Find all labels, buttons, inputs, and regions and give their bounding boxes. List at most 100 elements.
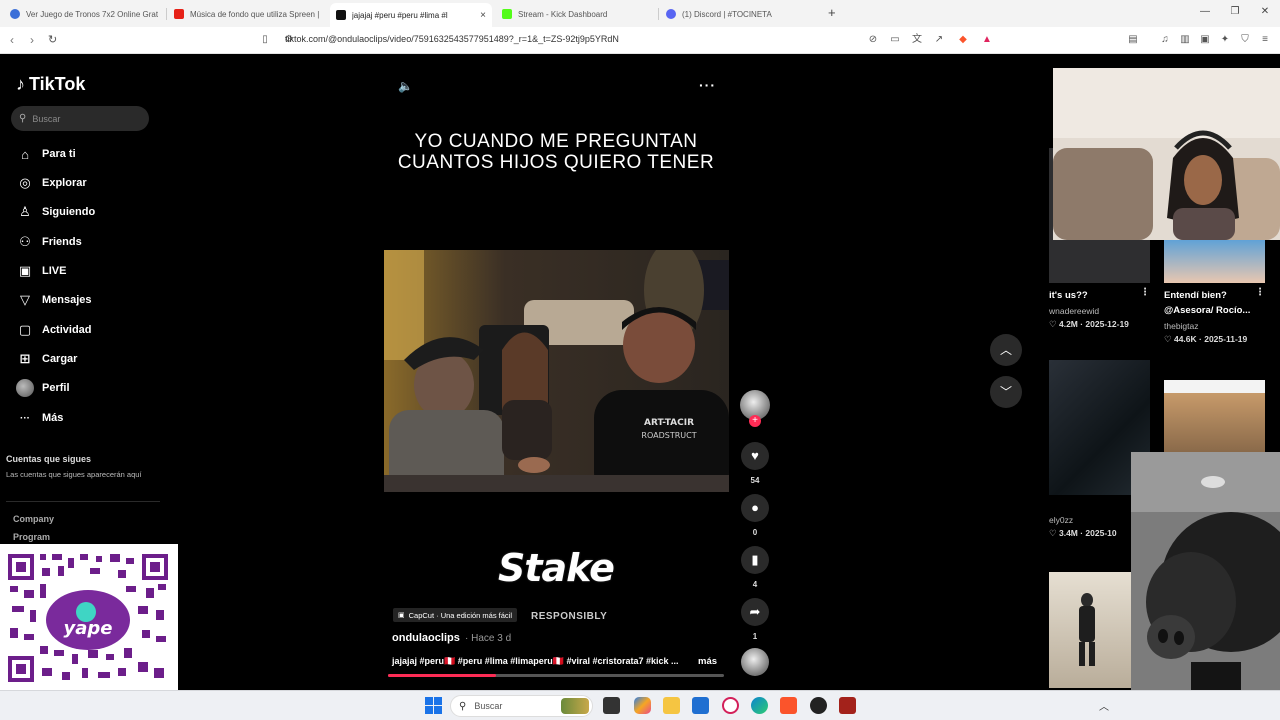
like-count: 54 [750, 476, 760, 485]
tab-label: Stream - Kick Dashboard [518, 9, 608, 19]
video-posted-time: · Hace 3 d [465, 633, 512, 644]
vpn-icon[interactable]: ⛉ [1238, 33, 1252, 47]
save-button[interactable]: ▮ [741, 546, 769, 574]
nav-item-siguiendo[interactable]: ♙ Siguiendo [16, 202, 95, 222]
windows-taskbar: ⚲ ︿ [0, 690, 1280, 720]
tray-chevron-icon[interactable]: ︿ [1099, 698, 1109, 713]
wallet-icon[interactable]: ▣ [1198, 33, 1212, 47]
nav-item-perfil[interactable]: Perfil [16, 378, 70, 398]
share-count: 1 [752, 632, 758, 641]
more-options-icon[interactable]: ··· [699, 77, 716, 93]
close-tab-icon[interactable]: × [474, 10, 492, 21]
related-video-author-2[interactable]: thebigtaz [1164, 321, 1199, 331]
search-input[interactable] [32, 113, 133, 124]
related-video-author-1[interactable]: wnadereewid [1049, 306, 1099, 316]
nav-item-cargar[interactable]: ⊞ Cargar [16, 349, 78, 369]
footer-link-company[interactable]: Company [13, 514, 54, 524]
close-window-button[interactable]: ✕ [1250, 6, 1280, 17]
tab-kick-dashboard[interactable]: Stream - Kick Dashboard [496, 4, 656, 24]
related-video-thumb-2[interactable] [1164, 238, 1265, 283]
brave-icon[interactable] [780, 697, 797, 714]
store-icon[interactable] [692, 697, 709, 714]
sidebar-toggle-icon[interactable]: ▥ [1178, 33, 1192, 47]
task-view-icon[interactable] [603, 697, 620, 714]
capcut-badge[interactable]: ▣ CapCut · Una edición más fácil [393, 608, 518, 622]
file-explorer-icon[interactable] [663, 697, 680, 714]
pig-video-overlay [1131, 452, 1280, 690]
related-video-title-2[interactable]: Entendí bien? @Asesora/ Rocío... [1164, 288, 1264, 318]
brave-rewards-icon[interactable]: ▲ [980, 33, 994, 47]
no-tracking-icon[interactable]: ⊘ [866, 33, 880, 47]
tiktok-favicon-icon [336, 10, 346, 20]
previous-video-button[interactable]: ︿ [990, 334, 1022, 366]
bookmark-icon[interactable]: ▯ [258, 33, 272, 47]
music-icon[interactable]: ♫ [1158, 33, 1172, 47]
nav-item-explorar[interactable]: ◎ Explorar [16, 173, 86, 193]
obs-icon[interactable] [810, 697, 827, 714]
taskbar-search[interactable]: ⚲ [450, 695, 593, 717]
tab-juego-de-tronos[interactable]: Ver Juego de Tronos 7x2 Online Grat [4, 4, 164, 24]
share-button[interactable]: ➦ [741, 598, 769, 626]
edge-icon[interactable] [751, 697, 768, 714]
search-icon: ⚲ [19, 113, 27, 124]
tab-youtube-music[interactable]: Música de fondo que utiliza Spreen | [168, 4, 326, 24]
tab-tiktok-video[interactable]: jajajaj #peru #peru #lima #l × [330, 3, 492, 27]
volume-icon[interactable]: 🔈 [398, 79, 413, 93]
related-video-menu-icon[interactable]: ⋮ [1140, 287, 1150, 298]
address-bar: ‹ › ↻ ▯ ⚙ tiktok.com/@ondulaoclips/video… [0, 27, 1280, 54]
nav-item-mensajes[interactable]: ▽ Mensajes [16, 290, 92, 310]
new-tab-button[interactable]: + [828, 5, 836, 20]
translate-icon[interactable]: 文 [910, 33, 924, 47]
game-app-icon[interactable] [839, 697, 856, 714]
nav-item-friends[interactable]: ⚇ Friends [16, 232, 82, 252]
comment-button[interactable]: ● [741, 494, 769, 522]
url-text[interactable]: tiktok.com/@ondulaoclips/video/759163254… [285, 34, 619, 44]
nav-item-actividad[interactable]: ▢ Actividad [16, 320, 92, 340]
tiktok-sidebar: ♪ TikTok ⚲ ⌂ Para ti ◎ Explorar ♙ Siguie… [0, 54, 178, 544]
video-author[interactable]: ondulaoclips [392, 632, 460, 644]
related-video-thumb-4[interactable] [1164, 380, 1265, 452]
nav-item-live[interactable]: ▣ LIVE [16, 261, 67, 281]
nav-item-mas[interactable]: ··· Más [16, 408, 63, 428]
restore-button[interactable]: ❐ [1220, 6, 1250, 17]
svg-text:ROADSTRUCT: ROADSTRUCT [641, 431, 696, 440]
search-highlight-icon [561, 698, 589, 714]
copilot-icon[interactable] [634, 697, 651, 714]
nav-item-para-ti[interactable]: ⌂ Para ti [16, 144, 76, 164]
capcut-icon: ▣ [398, 612, 405, 619]
share-icon[interactable]: ↗ [932, 33, 946, 47]
video-frame[interactable]: ART-TACIR ROADSTRUCT [384, 250, 729, 492]
tab-discord[interactable]: (1) Discord | #TOCINETA [660, 4, 820, 24]
opera-icon[interactable] [722, 697, 739, 714]
menu-icon[interactable]: ≡ [1258, 33, 1272, 47]
reload-icon[interactable]: ↻ [48, 33, 57, 46]
video-progress-bar[interactable] [388, 674, 724, 677]
related-video-thumb-5[interactable] [1049, 572, 1139, 688]
next-video-button[interactable]: ﹀ [990, 376, 1022, 408]
sound-disc-avatar[interactable] [741, 648, 769, 676]
like-button[interactable]: ♥ [741, 442, 769, 470]
reader-mode-icon[interactable]: ▤ [1126, 33, 1140, 47]
leo-ai-icon[interactable]: ✦ [1218, 33, 1232, 47]
related-video-author-3[interactable]: ely0zz [1049, 515, 1073, 525]
video-progress-fill [388, 674, 496, 677]
windows-start-icon[interactable] [425, 697, 442, 714]
related-video-menu-icon[interactable]: ⋮ [1255, 287, 1265, 298]
see-more-link[interactable]: más [698, 656, 717, 667]
minimize-button[interactable]: — [1190, 6, 1220, 17]
search-box[interactable]: ⚲ [11, 106, 149, 131]
tab-separator [166, 8, 167, 20]
cast-icon[interactable]: ▭ [888, 33, 902, 47]
nav-label: Más [42, 412, 64, 424]
footer-link-program[interactable]: Program [13, 532, 50, 542]
forward-icon[interactable]: › [30, 33, 34, 47]
tiktok-logo[interactable]: ♪ TikTok [16, 74, 85, 95]
brave-shield-icon[interactable]: ◆ [956, 33, 970, 47]
related-video-title-1[interactable]: it's us?? [1049, 288, 1088, 303]
back-icon[interactable]: ‹ [10, 33, 14, 47]
video-description-tags[interactable]: jajajaj #peru🇵🇪 #peru #lima #limaperu🇵🇪 … [392, 656, 679, 667]
kick-favicon-icon [502, 9, 512, 19]
follow-plus-button[interactable]: + [749, 415, 761, 427]
taskbar-search-input[interactable] [474, 701, 555, 711]
more-icon: ··· [20, 412, 30, 424]
